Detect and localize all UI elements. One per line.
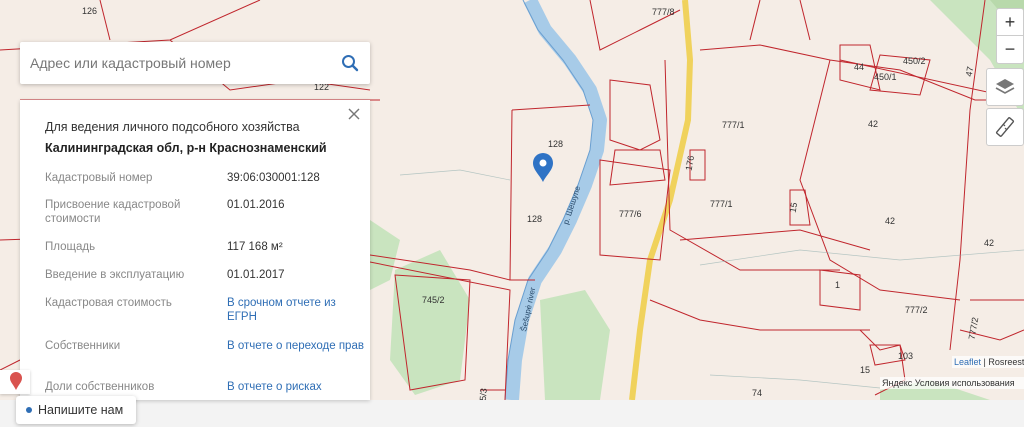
info-key: Площадь [45,241,96,253]
zoom-out-button[interactable]: − [997,36,1023,62]
parcel-label: 777/6 [619,209,642,219]
parcel-label: 42 [984,238,994,248]
parcel-label: 42 [885,216,895,226]
map-attribution: Leaflet | Rosreestr [952,356,1024,368]
parcel-label: 1 [835,280,840,290]
info-value: 01.01.2017 [227,269,285,281]
parcel-label: 777/2 [905,305,928,315]
parcel-label: 777/1 [722,120,745,130]
parcel-purpose: Для ведения личного подсобного хозяйства [45,120,300,134]
info-key: Кадастровый номер [45,172,153,184]
measure-button[interactable] [986,108,1024,146]
search-input[interactable] [20,42,330,84]
parcel-label: 128 [548,139,563,149]
parcel-label: 74 [752,388,762,398]
parcel-label: 44 [854,62,864,72]
info-key: Введение в эксплуатацию [45,269,185,281]
ownership-report-link[interactable]: В отчете о переходе прав [227,339,367,353]
search-button[interactable] [330,42,370,84]
ruler-icon [995,117,1015,137]
write-to-us-label: Напишите нам [38,403,124,417]
info-key: Присвоение кадастровой стоимости [45,199,181,225]
parcel-label: 103 [898,351,913,361]
info-key: Доли собственников [45,381,155,393]
leaflet-link[interactable]: Leaflet [954,357,981,367]
parcel-address: Калининградская обл, р-н Краснознаменски… [45,141,327,155]
zoom-in-button[interactable]: + [997,9,1023,35]
status-dot [26,407,32,413]
parcel-label: 126 [82,6,97,16]
search-icon [342,55,359,72]
parcel-label: 745/2 [422,295,445,305]
parcel-label: 777/8 [652,7,675,17]
yandex-attribution[interactable]: Яндекс Условия использования [880,377,1024,389]
attribution-text: | Rosreestr [981,357,1024,367]
map-pin-icon [10,372,22,390]
write-to-us-button[interactable]: Напишите нам [16,396,136,424]
info-value: 01.01.2016 [227,199,285,211]
info-value: 117 168 м² [227,241,283,253]
location-tab[interactable] [0,370,30,394]
parcel-label: 128 [527,214,542,224]
info-key: Кадастровая стоимость [45,297,172,309]
parcel-label: 450/1 [874,72,897,82]
egrn-report-link[interactable]: В срочном отчете из ЕГРН [227,296,367,324]
layers-icon [995,79,1015,94]
parcel-label: 777/1 [710,199,733,209]
parcel-label: 450/2 [903,56,926,66]
risk-report-link[interactable]: В отчете о рисках [227,380,367,394]
parcel-label: 15 [788,202,800,214]
layers-button[interactable] [986,68,1024,106]
address-search-box [20,42,370,84]
parcel-label: 42 [868,119,878,129]
map-bottom-strip [0,400,1024,427]
parcel-info-panel: Для ведения личного подсобного хозяйства… [20,100,370,400]
close-icon[interactable] [346,106,362,122]
info-key: Собственники [45,340,121,352]
info-value: 39:06:030001:128 [227,172,320,184]
parcel-label: 15 [860,365,870,375]
parcel-label: 47 [964,66,976,78]
zoom-control: + − [996,8,1024,64]
